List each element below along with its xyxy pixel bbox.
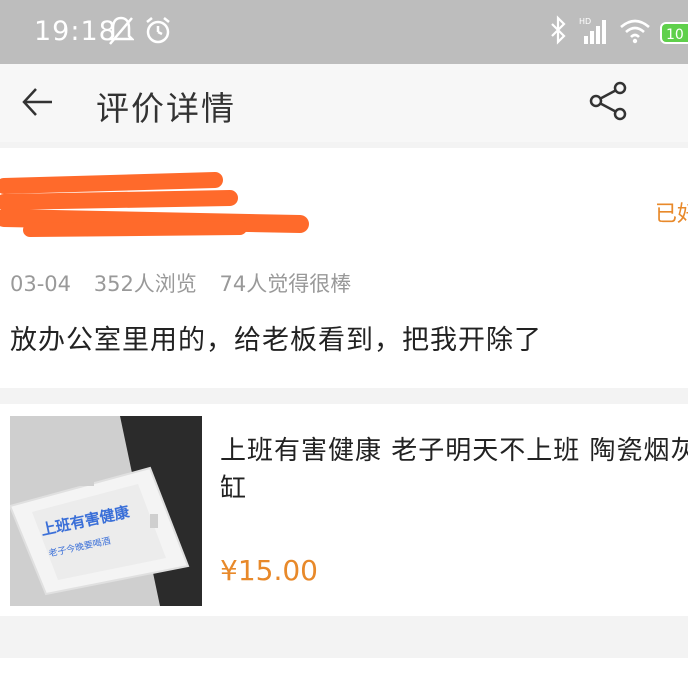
bluetooth-icon <box>551 15 566 45</box>
wifi-icon <box>620 19 650 44</box>
review-content: 放办公室里用的，给老板看到，把我开除了 <box>10 325 542 356</box>
page-title: 评价详情 <box>96 89 236 128</box>
review-views: 352人浏览 <box>93 272 197 296</box>
review-card: 已好 03-04 352人浏览 74人觉得很棒 放办公室里用的，给老板看到，把我… <box>0 148 688 388</box>
status-bar: 19:18 HD 10 <box>0 0 688 64</box>
review-likes: 74人觉得很棒 <box>219 272 352 296</box>
share-icon[interactable] <box>586 78 632 124</box>
product-card[interactable]: 上班有害健康 老子今晚要喝酒 上班有害健康 老子明天不上班 陶瓷烟灰缸 ¥15.… <box>0 404 688 616</box>
battery-icon: 10 <box>660 22 688 44</box>
review-status-tag: 已好 <box>655 202 688 227</box>
product-price: ¥15.00 <box>220 554 318 587</box>
product-title[interactable]: 上班有害健康 老子明天不上班 陶瓷烟灰缸 <box>220 432 688 508</box>
svg-text:HD: HD <box>579 17 591 26</box>
nav-bar: 评价详情 <box>0 64 688 142</box>
notification-mute-icon <box>108 16 134 45</box>
alarm-icon <box>146 17 170 44</box>
back-arrow-icon[interactable] <box>20 84 56 120</box>
review-date: 03-04 <box>10 272 72 296</box>
next-section <box>0 658 688 690</box>
product-image[interactable]: 上班有害健康 老子今晚要喝酒 <box>10 416 202 606</box>
redaction-scribble <box>0 172 309 237</box>
status-time: 19:18 <box>34 16 117 47</box>
review-meta: 03-04 352人浏览 74人觉得很棒 <box>10 268 367 298</box>
hd-signal-icon: HD <box>579 17 606 44</box>
